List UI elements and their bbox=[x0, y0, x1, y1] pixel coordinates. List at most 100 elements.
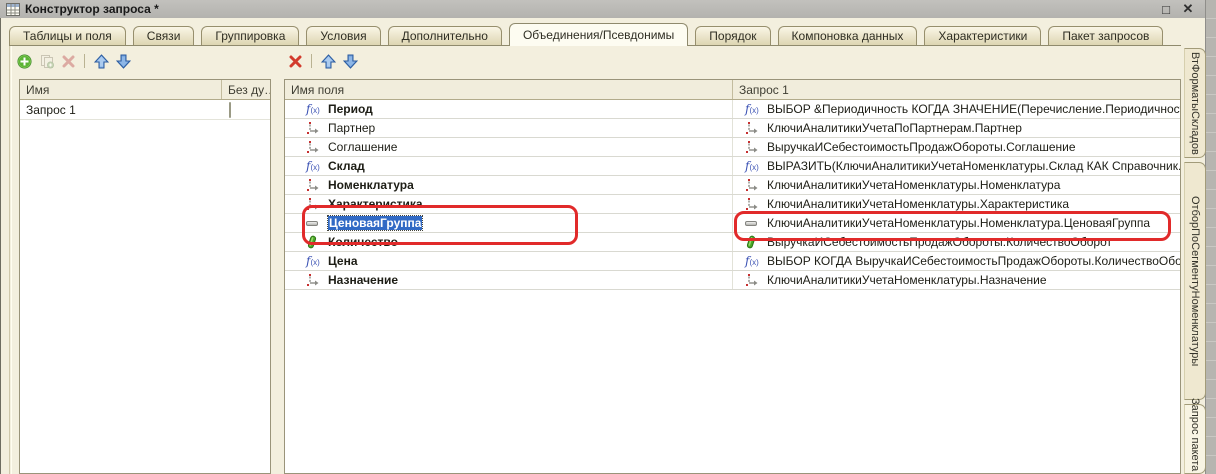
equals-icon bbox=[306, 221, 328, 226]
field-expression: КлючиАналитикиУчетаНоменклатуры.Номенкла… bbox=[767, 178, 1060, 192]
side-tab-1[interactable]: ВтФорматыСкладов bbox=[1184, 48, 1206, 158]
left-panel-groove bbox=[9, 46, 12, 474]
field-value-cell[interactable]: f(x)ВЫРАЗИТЬ(КлючиАналитикиУчетаНоменкла… bbox=[732, 157, 1180, 175]
move-query-down-button[interactable] bbox=[114, 52, 132, 70]
query-row[interactable]: Запрос 1 bbox=[20, 100, 270, 120]
column-header-no-duplicates[interactable]: Без ду… bbox=[221, 80, 270, 99]
field-expression: ВыручкаИСебестоимостьПродажОбороты.Колич… bbox=[767, 235, 1112, 249]
arrow-up-icon bbox=[94, 54, 109, 69]
field-name-cell[interactable]: ЦеноваяГруппа bbox=[285, 214, 732, 232]
close-button[interactable]: ✕ bbox=[1177, 1, 1199, 17]
field-value-cell[interactable]: КлючиАналитикиУчетаНоменклатуры.Назначен… bbox=[732, 271, 1180, 289]
tab-4[interactable]: Условия bbox=[306, 26, 380, 45]
top-tab-strip: Таблицы и поля Связи Группировка Условия Доп… bbox=[9, 23, 1181, 46]
arrow-up-icon bbox=[321, 54, 336, 69]
no-duplicates-checkbox[interactable] bbox=[229, 102, 231, 118]
field-name[interactable]: Характеристика bbox=[328, 197, 423, 211]
maximize-button[interactable]: □ bbox=[1155, 1, 1177, 17]
field-row-1[interactable]: f(x)Периодf(x)ВЫБОР &Периодичность КОГДА… bbox=[285, 100, 1180, 119]
query-name[interactable]: Запрос 1 bbox=[20, 103, 221, 117]
move-field-up-button[interactable] bbox=[319, 52, 337, 70]
field-expression: ВЫБОР &Периодичность КОГДА ЗНАЧЕНИЕ(Пере… bbox=[767, 102, 1180, 116]
field-value-cell[interactable]: КлючиАналитикиУчетаПоПартнерам.Партнер bbox=[732, 119, 1180, 137]
delete-field-button[interactable] bbox=[286, 52, 304, 70]
tab-6[interactable]: Объединения/Псевдонимы bbox=[509, 23, 688, 46]
field-value-cell[interactable]: ВыручкаИСебестоимостьПродажОбороты.Согла… bbox=[732, 138, 1180, 156]
field-name[interactable]: Партнер bbox=[328, 121, 375, 135]
field-name[interactable]: Номенклатура bbox=[328, 178, 414, 192]
function-icon: f(x) bbox=[745, 103, 767, 115]
field-value-cell[interactable]: КлючиАналитикиУчетаНоменклатуры.Характер… bbox=[732, 195, 1180, 213]
field-expression: КлючиАналитикиУчетаПоПартнерам.Партнер bbox=[767, 121, 1022, 135]
function-icon: f(x) bbox=[306, 255, 328, 267]
title-bar: Конструктор запроса * □ ✕ bbox=[0, 0, 1205, 18]
column-header-field-name[interactable]: Имя поля bbox=[285, 80, 732, 99]
column-header-name[interactable]: Имя bbox=[20, 80, 221, 99]
tab-9[interactable]: Характеристики bbox=[924, 26, 1041, 45]
toolbar-separator bbox=[84, 54, 85, 68]
resource-icon bbox=[306, 235, 328, 249]
field-row-3[interactable]: Соглашение ВыручкаИСебестоимостьПродажОб… bbox=[285, 138, 1180, 157]
field-name-cell[interactable]: f(x)Период bbox=[285, 100, 732, 118]
queries-toolbar bbox=[15, 51, 132, 71]
tab-7[interactable]: Порядок bbox=[695, 26, 770, 45]
attribute-icon bbox=[306, 178, 328, 192]
field-row-5[interactable]: Номенклатура КлючиАналитикиУчетаНоменкла… bbox=[285, 176, 1180, 195]
field-name[interactable]: Соглашение bbox=[328, 140, 397, 154]
move-field-down-button[interactable] bbox=[341, 52, 359, 70]
attribute-icon bbox=[745, 273, 767, 287]
fields-table-header: Имя поля Запрос 1 bbox=[285, 80, 1180, 100]
attribute-icon bbox=[745, 121, 767, 135]
attribute-icon bbox=[745, 197, 767, 211]
field-value-cell[interactable]: f(x)ВЫБОР &Периодичность КОГДА ЗНАЧЕНИЕ(… bbox=[732, 100, 1180, 118]
move-query-up-button[interactable] bbox=[92, 52, 110, 70]
side-tab-2[interactable]: ОтборПоСегментуНоменклатуры bbox=[1184, 162, 1206, 400]
attribute-icon bbox=[306, 197, 328, 211]
field-row-6[interactable]: Характеристика КлючиАналитикиУчетаНоменк… bbox=[285, 195, 1180, 214]
field-name-cell[interactable]: Назначение bbox=[285, 271, 732, 289]
field-row-2[interactable]: Партнер КлючиАналитикиУчетаПоПартнерам.П… bbox=[285, 119, 1180, 138]
queries-table: Имя Без ду… Запрос 1 bbox=[19, 79, 271, 474]
tab-8[interactable]: Компоновка данных bbox=[778, 26, 918, 45]
function-icon: f(x) bbox=[745, 160, 767, 172]
field-name-cell[interactable]: Номенклатура bbox=[285, 176, 732, 194]
add-query-button[interactable] bbox=[15, 52, 33, 70]
field-row-8[interactable]: Количество ВыручкаИСебестоимостьПродажОб… bbox=[285, 233, 1180, 252]
tab-5[interactable]: Дополнительно bbox=[388, 26, 502, 45]
attribute-icon bbox=[745, 178, 767, 192]
tab-3[interactable]: Группировка bbox=[201, 26, 299, 45]
background-window-strip bbox=[1205, 0, 1216, 474]
field-value-cell[interactable]: КлючиАналитикиУчетаНоменклатуры.Номенкла… bbox=[732, 214, 1180, 232]
field-name-cell[interactable]: Партнер bbox=[285, 119, 732, 137]
field-name-cell[interactable]: Характеристика bbox=[285, 195, 732, 213]
field-row-7[interactable]: ЦеноваяГруппа КлючиАналитикиУчетаНоменкла… bbox=[285, 214, 1180, 233]
field-name-cell[interactable]: f(x)Склад bbox=[285, 157, 732, 175]
field-name-cell[interactable]: Количество bbox=[285, 233, 732, 251]
queries-table-header: Имя Без ду… bbox=[20, 80, 270, 100]
field-row-4[interactable]: f(x)Складf(x)ВЫРАЗИТЬ(КлючиАналитикиУчет… bbox=[285, 157, 1180, 176]
side-tab-3[interactable]: Запрос пакета 3 bbox=[1184, 404, 1206, 474]
field-value-cell[interactable]: КлючиАналитикиУчетаНоменклатуры.Номенкла… bbox=[732, 176, 1180, 194]
field-name-cell[interactable]: f(x)Цена bbox=[285, 252, 732, 270]
field-name[interactable]: Период bbox=[328, 102, 373, 116]
field-name[interactable]: Назначение bbox=[328, 273, 398, 287]
field-name[interactable]: Склад bbox=[328, 159, 365, 173]
field-row-10[interactable]: Назначение КлючиАналитикиУчетаНоменклату… bbox=[285, 271, 1180, 290]
delete-query-button bbox=[59, 52, 77, 70]
field-name-editing[interactable]: ЦеноваяГруппа bbox=[328, 216, 422, 230]
tab-10[interactable]: Пакет запросов bbox=[1048, 26, 1163, 45]
field-name-cell[interactable]: Соглашение bbox=[285, 138, 732, 156]
field-name[interactable]: Количество bbox=[328, 235, 398, 249]
tab-2[interactable]: Связи bbox=[133, 26, 195, 45]
field-name[interactable]: Цена bbox=[328, 254, 358, 268]
tab-1[interactable]: Таблицы и поля bbox=[9, 26, 126, 45]
column-header-query1[interactable]: Запрос 1 bbox=[732, 80, 1180, 99]
attribute-icon bbox=[306, 140, 328, 154]
function-icon: f(x) bbox=[306, 103, 328, 115]
field-value-cell[interactable]: f(x)ВЫБОР КОГДА ВыручкаИСебестоимостьПро… bbox=[732, 252, 1180, 270]
fields-toolbar bbox=[286, 51, 359, 71]
field-expression: ВЫРАЗИТЬ(КлючиАналитикиУчетаНоменклатуры… bbox=[767, 159, 1180, 173]
resource-icon bbox=[745, 235, 767, 249]
field-row-9[interactable]: f(x)Ценаf(x)ВЫБОР КОГДА ВыручкаИСебестои… bbox=[285, 252, 1180, 271]
field-value-cell[interactable]: ВыручкаИСебестоимостьПродажОбороты.Колич… bbox=[732, 233, 1180, 251]
